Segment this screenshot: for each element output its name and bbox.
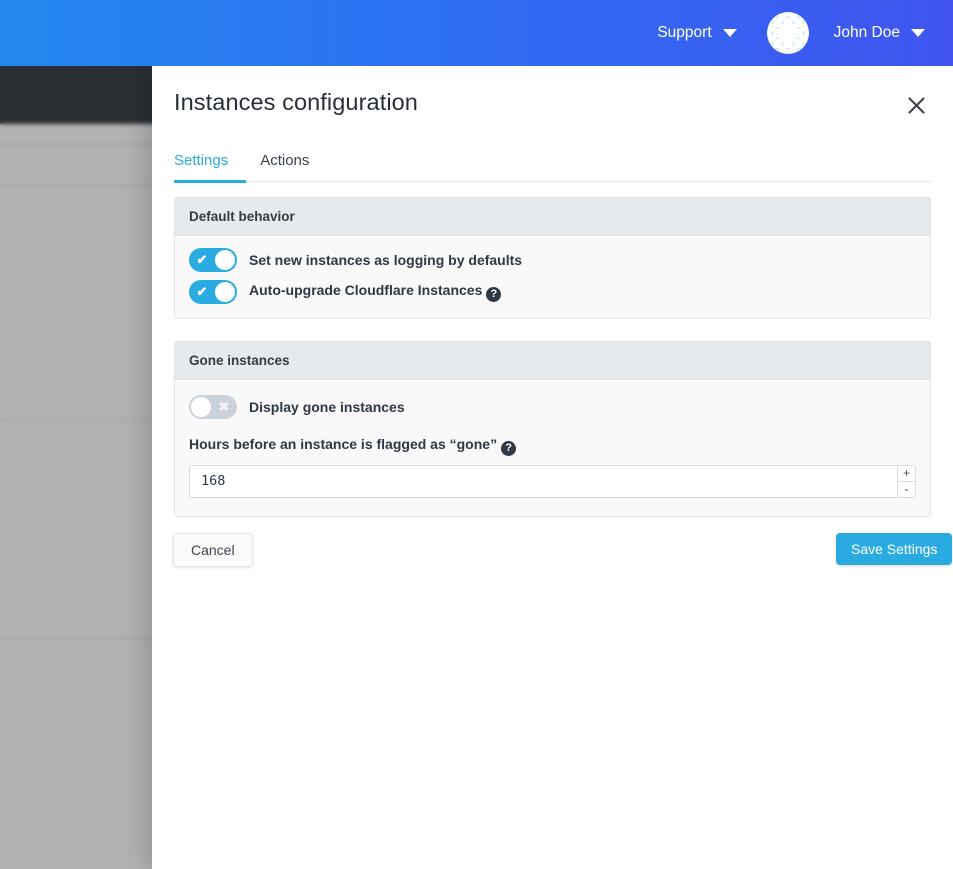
avatar [767,12,809,54]
hours-number-field: + - [189,465,916,498]
toggle-knob [215,282,235,302]
chevron-down-icon [911,29,925,37]
check-icon: ✔ [189,280,215,304]
user-menu[interactable]: John Doe [767,12,925,54]
gone-instances-body: ✖ Display gone instances Hours before an… [175,380,930,516]
check-icon: ✔ [189,248,215,272]
setting-label-display-gone: Display gone instances [249,399,405,415]
user-menu-label: John Doe [834,24,900,42]
hours-field-label-text: Hours before an instance is flagged as “… [189,436,497,452]
tab-settings-label: Settings [174,152,228,169]
default-behavior-body: ✔ Set new instances as logging by defaul… [175,236,930,318]
save-settings-button[interactable]: Save Settings [836,533,952,565]
help-icon[interactable]: ? [486,287,501,302]
decrement-button[interactable]: - [898,482,915,497]
setting-label-auto-upgrade: Auto-upgrade Cloudflare Instances? [249,282,501,302]
tab-actions[interactable]: Actions [246,146,323,183]
support-menu[interactable]: Support [657,24,736,42]
hours-spinners: + - [897,466,915,497]
instances-configuration-modal: Instances configuration Settings Actions… [152,66,953,869]
hours-input[interactable] [190,466,897,497]
help-icon[interactable]: ? [501,441,516,456]
toggle-knob [215,250,235,270]
toggle-display-gone-instances[interactable]: ✖ [189,395,237,419]
top-navigation-bar: Support John Doe [0,0,953,66]
app-root: Support John Doe Instances configuration… [0,0,953,869]
toggle-auto-upgrade[interactable]: ✔ [189,280,237,304]
chevron-down-icon [723,29,737,37]
toggle-logging-default[interactable]: ✔ [189,248,237,272]
gone-instances-heading: Gone instances [175,342,930,380]
setting-row-display-gone: ✖ Display gone instances [189,395,916,419]
setting-row-auto-upgrade: ✔ Auto-upgrade Cloudflare Instances? [189,280,916,304]
hours-field-label: Hours before an instance is flagged as “… [189,436,916,456]
page-title: Instances configuration [174,89,418,116]
support-menu-label: Support [657,24,711,42]
toggle-knob [191,397,211,417]
cancel-button[interactable]: Cancel [173,533,253,567]
modal-tabs: Settings Actions [174,146,931,182]
close-icon[interactable] [901,90,931,120]
setting-label-logging-default: Set new instances as logging by defaults [249,252,522,268]
tab-settings[interactable]: Settings [174,146,246,183]
default-behavior-heading: Default behavior [175,198,930,236]
tab-actions-label: Actions [260,152,309,169]
close-icon: ✖ [211,395,237,419]
setting-row-logging-default: ✔ Set new instances as logging by defaul… [189,248,916,272]
gone-instances-panel: Gone instances ✖ Display gone instances … [174,341,931,517]
increment-button[interactable]: + [898,466,915,482]
default-behavior-panel: Default behavior ✔ Set new instances as … [174,197,931,319]
setting-label-auto-upgrade-text: Auto-upgrade Cloudflare Instances [249,282,482,298]
